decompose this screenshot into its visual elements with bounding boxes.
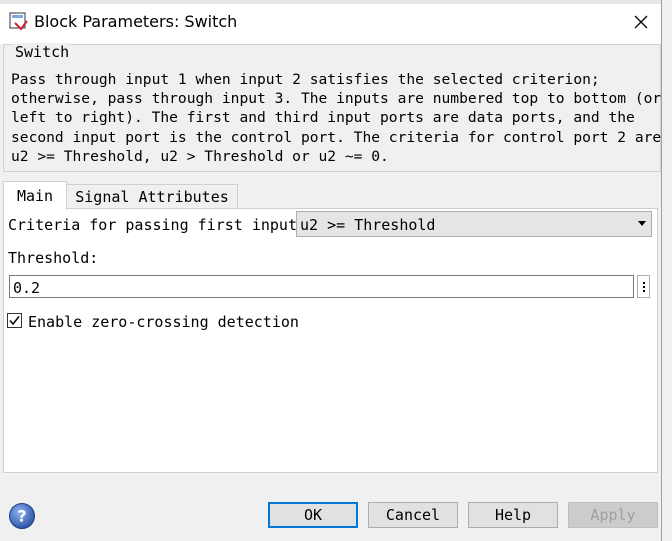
description-line: left to right). The first and third inpu… xyxy=(11,109,635,127)
tab-main[interactable]: Main xyxy=(3,181,67,210)
description-line: Pass through input 1 when input 2 satisf… xyxy=(11,71,600,88)
more-options-button[interactable] xyxy=(637,275,650,298)
description-line: second input port is the control port. T… xyxy=(11,128,662,146)
main-tab-panel xyxy=(3,208,658,473)
zero-crossing-label[interactable]: Enable zero-crossing detection xyxy=(28,313,299,331)
criteria-dropdown[interactable]: u2 >= Threshold xyxy=(296,211,652,237)
threshold-input-value: 0.2 xyxy=(13,279,41,297)
zero-crossing-checkbox[interactable] xyxy=(7,313,22,328)
criteria-dropdown-value: u2 >= Threshold xyxy=(300,216,436,234)
svg-text:?: ? xyxy=(17,507,26,526)
group-legend: Switch xyxy=(14,43,71,61)
help-button[interactable]: Help xyxy=(468,502,558,528)
ok-button[interactable]: OK xyxy=(268,502,358,528)
more-options-icon xyxy=(642,281,645,284)
window-title: Block Parameters: Switch xyxy=(34,12,238,31)
close-button[interactable] xyxy=(624,6,658,38)
more-options-icon xyxy=(642,289,645,292)
block-description: Pass through input 1 when input 2 satisf… xyxy=(11,70,662,166)
description-line: u2 >= Threshold, u2 > Threshold or u2 ~=… xyxy=(11,147,389,165)
checkmark-icon xyxy=(9,316,20,326)
title-bar[interactable]: Block Parameters: Switch xyxy=(0,0,662,44)
title-bar-top-strip xyxy=(0,0,662,4)
tab-signal-attributes[interactable]: Signal Attributes xyxy=(67,184,238,209)
close-icon xyxy=(634,15,648,29)
threshold-label: Threshold: xyxy=(8,249,99,267)
more-options-icon xyxy=(642,285,645,288)
apply-button[interactable]: Apply xyxy=(568,502,658,528)
block-parameters-dialog: Block Parameters: Switch Switch Pass thr… xyxy=(0,0,672,541)
criteria-label: Criteria for passing first input: xyxy=(8,216,307,234)
cancel-button[interactable]: Cancel xyxy=(368,502,458,528)
help-question-icon[interactable]: ? xyxy=(8,502,36,530)
chevron-down-icon xyxy=(638,221,646,226)
block-parameters-icon xyxy=(9,12,28,31)
threshold-input[interactable]: 0.2 xyxy=(9,275,634,298)
description-line: otherwise, pass through input 3. The inp… xyxy=(11,90,662,108)
